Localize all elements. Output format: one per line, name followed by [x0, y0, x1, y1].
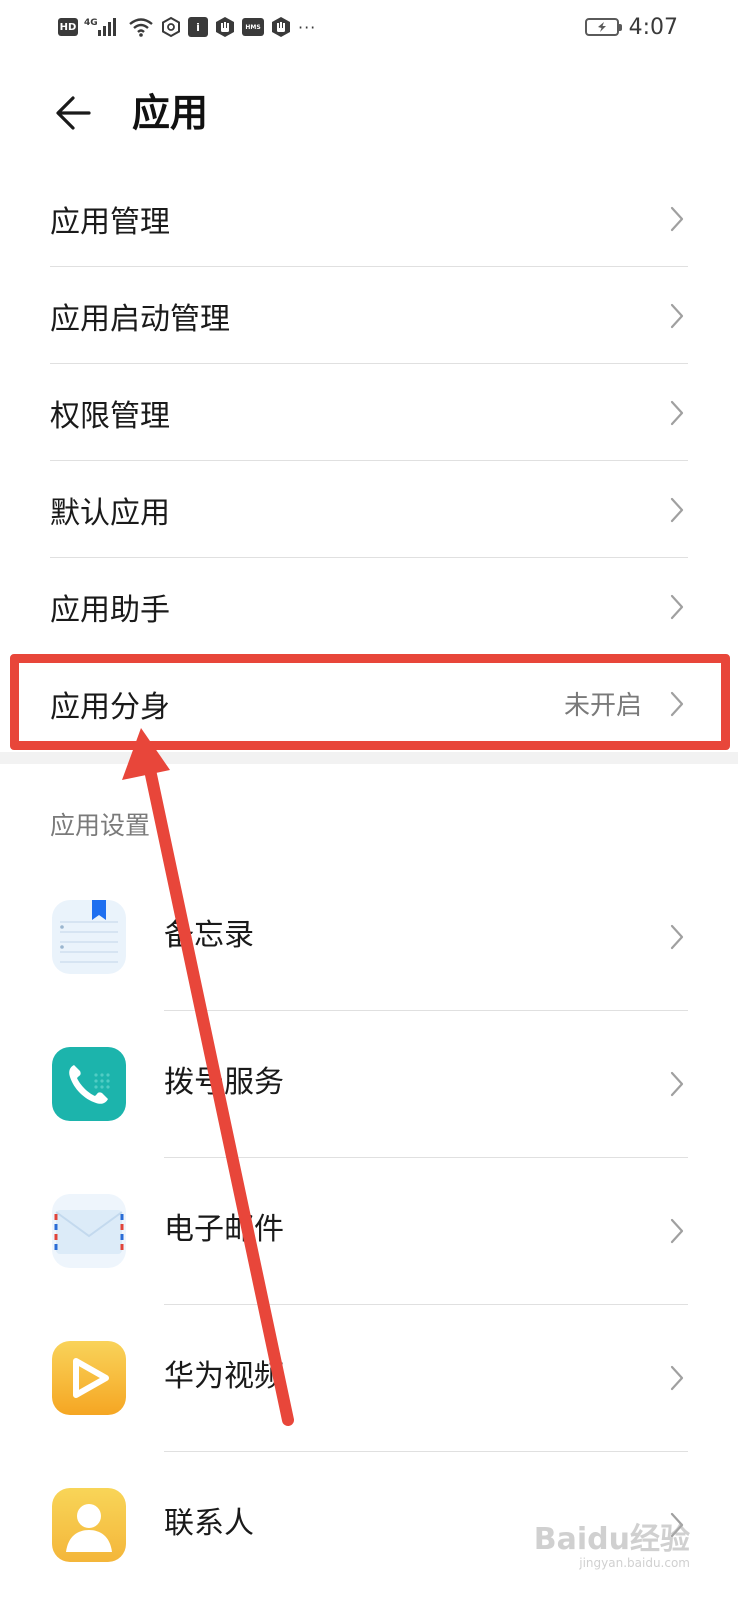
- app-twin-status: 未开启: [563, 691, 642, 721]
- video-play-icon: [52, 1341, 126, 1415]
- menu-item-app-launch-management[interactable]: 应用启动管理: [0, 267, 738, 364]
- menu-item-app-management[interactable]: 应用管理: [0, 170, 738, 267]
- app-item-huawei-video[interactable]: 华为视频: [0, 1305, 738, 1452]
- menu-item-label: 权限管理: [50, 398, 170, 434]
- contacts-icon: [52, 1488, 126, 1562]
- phone-icon: [52, 1047, 126, 1121]
- more-dots-icon: ···: [298, 17, 317, 37]
- back-arrow-icon: [56, 96, 91, 130]
- watermark-main: Baidu经验: [533, 1522, 690, 1557]
- app-item-notepad[interactable]: 备忘录: [0, 864, 738, 1011]
- chevron-right-icon: [670, 206, 684, 232]
- hms-icon: HMS: [242, 18, 264, 36]
- app-settings-list: 备忘录 拨号服务 电子邮件 华为视频 联系人: [0, 864, 738, 1599]
- clock: 4:07: [628, 14, 678, 40]
- baidu-watermark: Baidu经验 jingyan.baidu.com: [533, 1522, 690, 1571]
- chevron-right-icon: [670, 1365, 684, 1391]
- chevron-right-icon: [670, 303, 684, 329]
- app-menu-list: 应用管理 应用启动管理 权限管理 默认应用 应用助手 应用分身 未开启: [0, 170, 738, 752]
- info-icon: i: [188, 17, 208, 37]
- menu-item-label: 应用启动管理: [50, 301, 230, 337]
- section-header-app-settings: 应用设置: [50, 811, 151, 840]
- hexagon-icon: [160, 16, 182, 38]
- header: 应用: [0, 70, 738, 156]
- menu-item-label: 应用管理: [50, 204, 170, 240]
- wifi-icon: [128, 16, 154, 38]
- chevron-right-icon: [670, 400, 684, 426]
- status-icons-right: 4:07: [584, 14, 678, 40]
- menu-item-app-assistant[interactable]: 应用助手: [0, 558, 738, 655]
- page-title: 应用: [132, 91, 209, 135]
- hand-icon-2: [270, 16, 292, 38]
- app-item-label: 备忘录: [164, 918, 254, 953]
- battery-charging-icon: [584, 18, 622, 36]
- app-item-label: 联系人: [164, 1506, 254, 1541]
- menu-item-permission-management[interactable]: 权限管理: [0, 364, 738, 461]
- chevron-right-icon: [670, 1071, 684, 1097]
- menu-item-default-apps[interactable]: 默认应用: [0, 461, 738, 558]
- app-item-email[interactable]: 电子邮件: [0, 1158, 738, 1305]
- back-button[interactable]: [46, 86, 100, 140]
- chevron-right-icon: [670, 594, 684, 620]
- menu-item-label: 默认应用: [50, 495, 170, 531]
- email-icon: [52, 1194, 126, 1268]
- menu-item-label: 应用助手: [50, 592, 170, 628]
- app-item-dialer[interactable]: 拨号服务: [0, 1011, 738, 1158]
- 4g-signal-icon: 4G: [84, 16, 122, 38]
- notepad-icon: [52, 900, 126, 974]
- menu-item-app-twin[interactable]: 应用分身 未开启: [0, 655, 738, 752]
- chevron-right-icon: [670, 924, 684, 950]
- svg-text:4G: 4G: [84, 18, 98, 28]
- watermark-sub: jingyan.baidu.com: [579, 1556, 690, 1570]
- app-item-label: 拨号服务: [164, 1065, 284, 1100]
- section-gap: [0, 752, 738, 764]
- app-settings-screen: HD 4G i HMS ··· 4:07 应用 应用管理 应用启动管理 权限管理…: [0, 0, 738, 1600]
- app-item-label: 华为视频: [164, 1359, 284, 1394]
- app-item-label: 电子邮件: [164, 1212, 284, 1247]
- chevron-right-icon: [670, 497, 684, 523]
- menu-item-label: 应用分身: [50, 689, 170, 725]
- status-icons-left: HD 4G i HMS ···: [58, 14, 316, 40]
- chevron-right-icon: [670, 1218, 684, 1244]
- hand-icon: [214, 16, 236, 38]
- chevron-right-icon: [670, 691, 684, 717]
- hd-icon: HD: [58, 18, 78, 36]
- status-bar: HD 4G i HMS ··· 4:07: [0, 0, 738, 56]
